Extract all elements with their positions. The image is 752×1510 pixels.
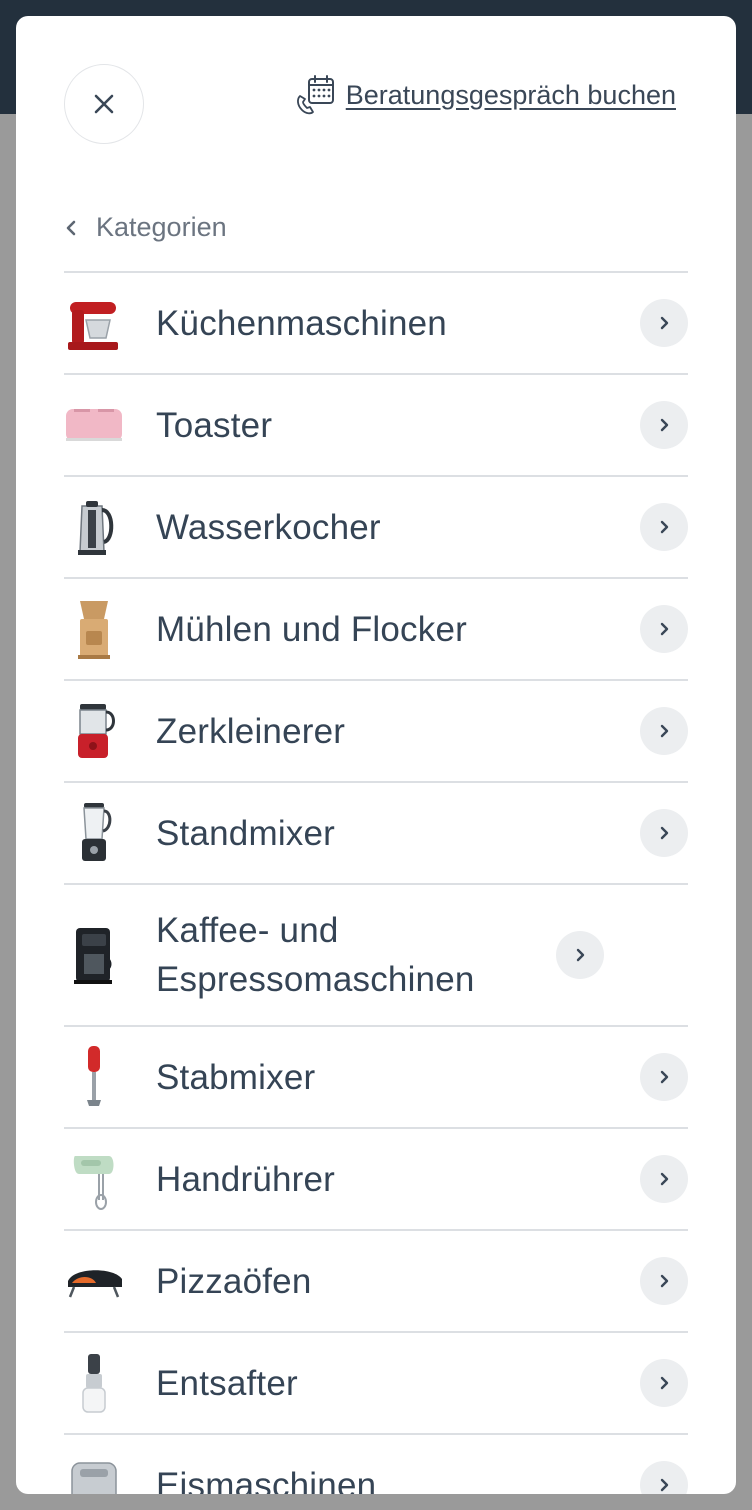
book-consultation-link[interactable]: Beratungsgespräch buchen [294,74,676,116]
close-icon [94,94,114,114]
category-list: Küchenmaschinen Toaster Wasserkocher Müh… [64,271,688,1494]
juicer-icon [64,1348,124,1418]
blender-icon [64,798,124,868]
category-label: Wasserkocher [156,507,381,547]
category-item-kuechenmaschinen[interactable]: Küchenmaschinen [64,273,688,375]
category-label: Kaffee- und Espressomaschinen [156,911,475,999]
chevron-right-icon [640,605,688,653]
hand-blender-icon [64,1042,124,1112]
chevron-right-icon [640,1359,688,1407]
coffee-machine-icon [64,920,124,990]
chevron-right-icon [556,931,604,979]
chevron-right-icon [640,1461,688,1494]
category-menu-panel: Beratungsgespräch buchen Kategorien Küch… [16,16,736,1494]
category-label: Küchenmaschinen [156,303,447,343]
chevron-right-icon [640,1257,688,1305]
category-item-handruehrer[interactable]: Handrührer [64,1129,688,1231]
category-item-eismaschinen[interactable]: Eismaschinen [64,1435,688,1494]
back-label: Kategorien [96,212,227,242]
category-label: Pizzaöfen [156,1261,312,1301]
category-label: Stabmixer [156,1057,316,1097]
chevron-right-icon [640,1053,688,1101]
chevron-right-icon [640,401,688,449]
category-item-pizzaoefen[interactable]: Pizzaöfen [64,1231,688,1333]
category-item-muehlen-und-flocker[interactable]: Mühlen und Flocker [64,579,688,681]
chopper-icon [64,696,124,766]
category-item-toaster[interactable]: Toaster [64,375,688,477]
category-item-entsafter[interactable]: Entsafter [64,1333,688,1435]
grain-mill-icon [64,594,124,664]
kettle-icon [64,492,124,562]
chevron-left-icon [66,220,76,235]
category-item-stabmixer[interactable]: Stabmixer [64,1027,688,1129]
category-label: Toaster [156,405,273,445]
toaster-icon [64,390,124,460]
category-label: Eismaschinen [156,1465,377,1495]
category-label: Entsafter [156,1363,298,1403]
phone-calendar-icon [296,75,334,115]
chevron-right-icon [640,503,688,551]
stand-mixer-icon [64,288,124,358]
chevron-right-icon [640,299,688,347]
category-label: Standmixer [156,813,336,853]
category-item-wasserkocher[interactable]: Wasserkocher [64,477,688,579]
chevron-right-icon [640,809,688,857]
category-label: Mühlen und Flocker [156,609,467,649]
back-to-categories[interactable]: Kategorien [64,212,227,243]
chevron-right-icon [640,1155,688,1203]
category-label: Handrührer [156,1159,336,1199]
pizza-oven-icon [64,1246,124,1316]
hand-mixer-icon [64,1144,124,1214]
category-item-kaffee-und-espressomaschinen[interactable]: Kaffee- und Espressomaschinen [64,885,688,1027]
category-label: Zerkleinerer [156,711,346,751]
ice-cream-maker-icon [64,1450,124,1494]
chevron-right-icon [640,707,688,755]
category-item-zerkleinerer[interactable]: Zerkleinerer [64,681,688,783]
book-consultation-label: Beratungsgespräch buchen [345,79,676,110]
category-item-standmixer[interactable]: Standmixer [64,783,688,885]
close-button[interactable] [64,64,144,144]
